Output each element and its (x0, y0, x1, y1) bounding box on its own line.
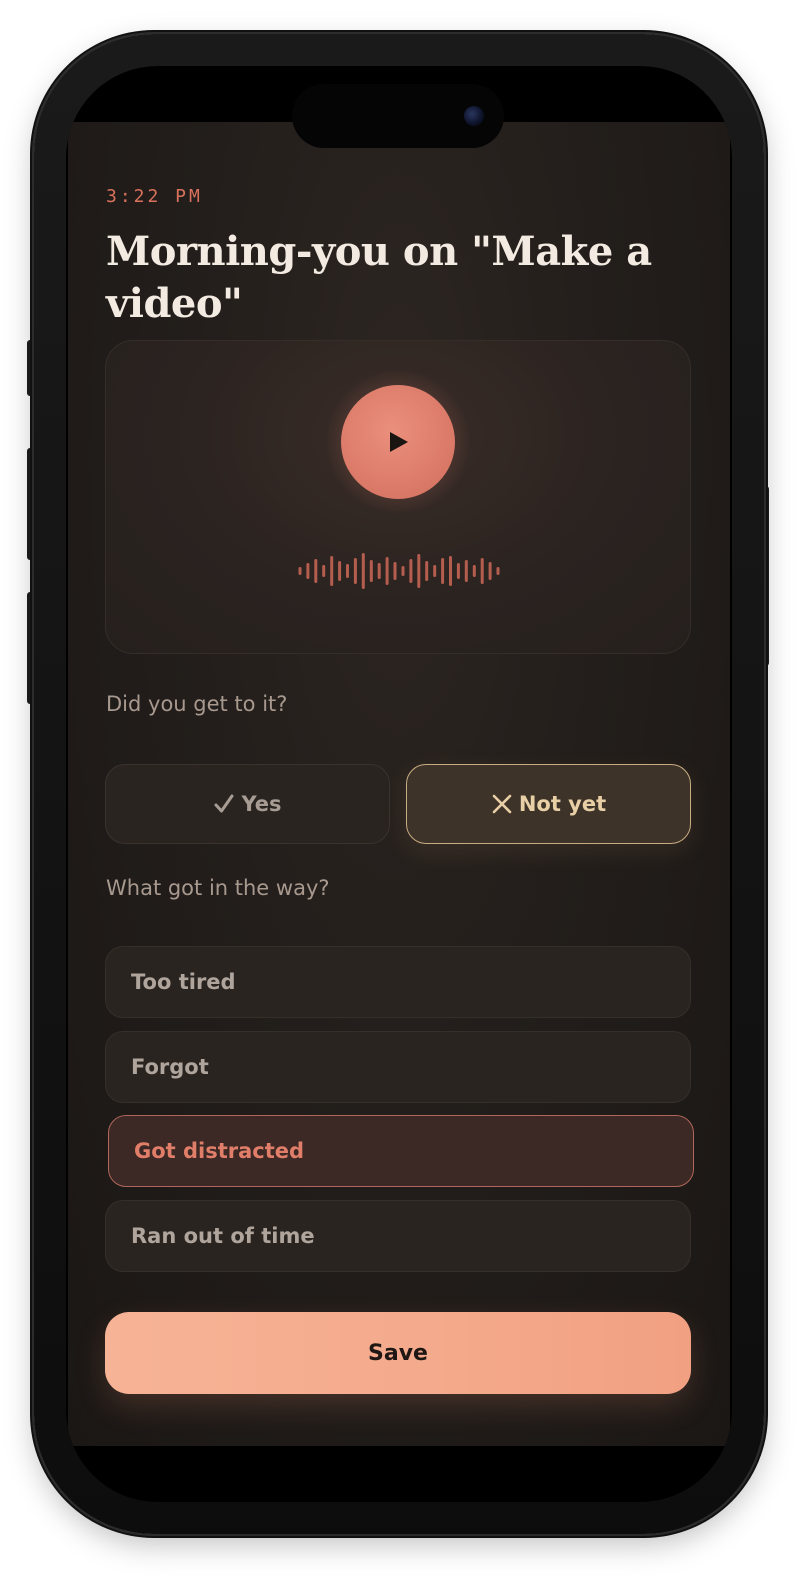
waveform-bar (377, 563, 381, 579)
waveform-bar (346, 564, 349, 578)
question-what-got-in-the-way: What got in the way? (106, 876, 330, 900)
waveform-bar (488, 562, 492, 580)
waveform-bar (409, 559, 413, 583)
waveform-bar (314, 559, 318, 583)
timestamp: 3:22 PM (106, 186, 203, 207)
reason-option-ran-out-of-time[interactable]: Ran out of time (105, 1200, 691, 1272)
waveform-bar (401, 566, 405, 576)
waveform-bar (433, 565, 437, 577)
waveform-bar (496, 567, 500, 575)
reason-option-label: Too tired (131, 970, 236, 994)
reason-option-label: Got distracted (134, 1139, 305, 1163)
reason-option-label: Forgot (131, 1055, 209, 1079)
reason-option-forgot[interactable]: Forgot (105, 1031, 691, 1103)
waveform-bar (456, 563, 460, 579)
not-yet-button[interactable]: Not yet (406, 764, 691, 844)
waveform-bar (449, 556, 452, 586)
waveform-bar (480, 558, 484, 584)
waveform-bar (385, 557, 389, 585)
waveform-bar (330, 556, 334, 586)
waveform-bar (298, 567, 302, 575)
checkmark-icon (213, 793, 235, 815)
dynamic-island (292, 84, 504, 148)
waveform-bar (472, 565, 476, 577)
waveform-bar (417, 554, 421, 588)
reason-option-label: Ran out of time (131, 1224, 315, 1248)
waveform-bar (425, 561, 429, 581)
play-button[interactable] (341, 385, 455, 499)
waveform-bar (306, 563, 310, 579)
front-camera-icon (464, 106, 484, 126)
x-icon (491, 793, 513, 815)
waveform-bar (393, 562, 397, 580)
page-title: Morning-you on "Make a video" (106, 228, 652, 327)
waveform-bar (353, 558, 357, 584)
waveform-bar (464, 560, 468, 582)
phone-mockup: 3:22 PM Morning-you on "Make a video" Di… (0, 0, 800, 1576)
reason-option-got-distracted[interactable]: Got distracted (108, 1115, 694, 1187)
yes-button[interactable]: Yes (105, 764, 390, 844)
waveform-bar (361, 553, 365, 589)
yes-button-label: Yes (241, 792, 282, 816)
waveform-icon (298, 553, 500, 589)
waveform-bar (338, 561, 342, 581)
save-button[interactable]: Save (105, 1312, 691, 1394)
play-icon (390, 432, 408, 452)
not-yet-button-label: Not yet (518, 792, 607, 816)
waveform-bar (322, 565, 326, 577)
save-button-label: Save (368, 1340, 428, 1366)
waveform-bar (369, 560, 373, 582)
waveform-bar (441, 558, 445, 584)
reason-option-too-tired[interactable]: Too tired (105, 946, 691, 1018)
question-did-you-get-to-it: Did you get to it? (106, 692, 288, 716)
